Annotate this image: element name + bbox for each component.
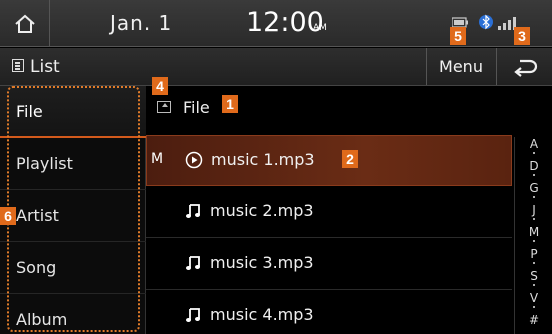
alpha-index-letter[interactable]: M — [515, 225, 552, 239]
sidebar-item-playlist[interactable]: Playlist — [0, 138, 146, 190]
alpha-index-letter[interactable]: D — [515, 159, 552, 173]
menu-button[interactable]: Menu — [426, 48, 495, 85]
status-bar: Jan. 1 12:00 AM — [0, 0, 552, 47]
alpha-index-letter[interactable]: S — [515, 269, 552, 283]
folder-path-label: File — [183, 98, 210, 117]
date-display: Jan. 1 — [110, 11, 173, 35]
alpha-index-letter[interactable]: G — [515, 181, 552, 195]
folder-up-icon — [157, 101, 171, 113]
home-button[interactable] — [0, 0, 50, 47]
file-row[interactable]: music 4.mp3 — [146, 291, 512, 334]
file-name: music 2.mp3 — [210, 201, 314, 220]
current-marker: M — [151, 151, 164, 167]
file-name: music 4.mp3 — [210, 305, 314, 324]
file-row[interactable]: music 2.mp3 — [146, 187, 512, 238]
home-icon — [14, 14, 35, 33]
alpha-index-letter[interactable]: P — [515, 247, 552, 261]
music-note-icon — [186, 308, 200, 322]
sidebar-item-song[interactable]: Song — [0, 242, 146, 294]
sidebar-item-album[interactable]: Album — [0, 294, 146, 334]
sidebar-item-file[interactable]: File — [0, 86, 146, 138]
alpha-index-letter[interactable]: V — [515, 291, 552, 305]
music-note-icon — [186, 256, 200, 270]
callout-badge-5: 5 — [450, 27, 466, 45]
alpha-index-letter[interactable]: # — [515, 313, 552, 327]
callout-badge-3: 3 — [514, 27, 530, 45]
category-sidebar: File Playlist Artist Song Album — [0, 86, 146, 334]
play-icon — [185, 151, 203, 169]
alpha-index-letter[interactable]: J — [515, 203, 552, 217]
music-note-icon — [186, 204, 200, 218]
folder-path[interactable]: File — [146, 86, 552, 132]
alphabet-index-bar[interactable]: A D G J M P S V # — [514, 137, 552, 334]
file-name: music 1.mp3 — [211, 150, 315, 169]
file-name: music 3.mp3 — [210, 253, 314, 272]
file-row[interactable]: music 3.mp3 — [146, 239, 512, 290]
bluetooth-icon — [479, 14, 493, 30]
page-title: List — [30, 57, 60, 77]
callout-badge-6: 6 — [0, 207, 16, 225]
back-button[interactable] — [496, 48, 552, 85]
list-icon — [12, 59, 24, 72]
callout-badge-4: 4 — [152, 77, 168, 95]
back-arrow-icon — [513, 59, 537, 77]
callout-badge-1: 1 — [222, 95, 238, 113]
status-icons — [452, 14, 516, 30]
file-row[interactable]: M music 1.mp3 — [146, 135, 512, 186]
callout-badge-2: 2 — [342, 150, 358, 168]
alpha-index-letter[interactable]: A — [515, 137, 552, 151]
sidebar-item-artist[interactable]: Artist — [0, 190, 146, 242]
ampm-indicator: AM — [313, 23, 327, 33]
battery-icon — [452, 17, 468, 28]
